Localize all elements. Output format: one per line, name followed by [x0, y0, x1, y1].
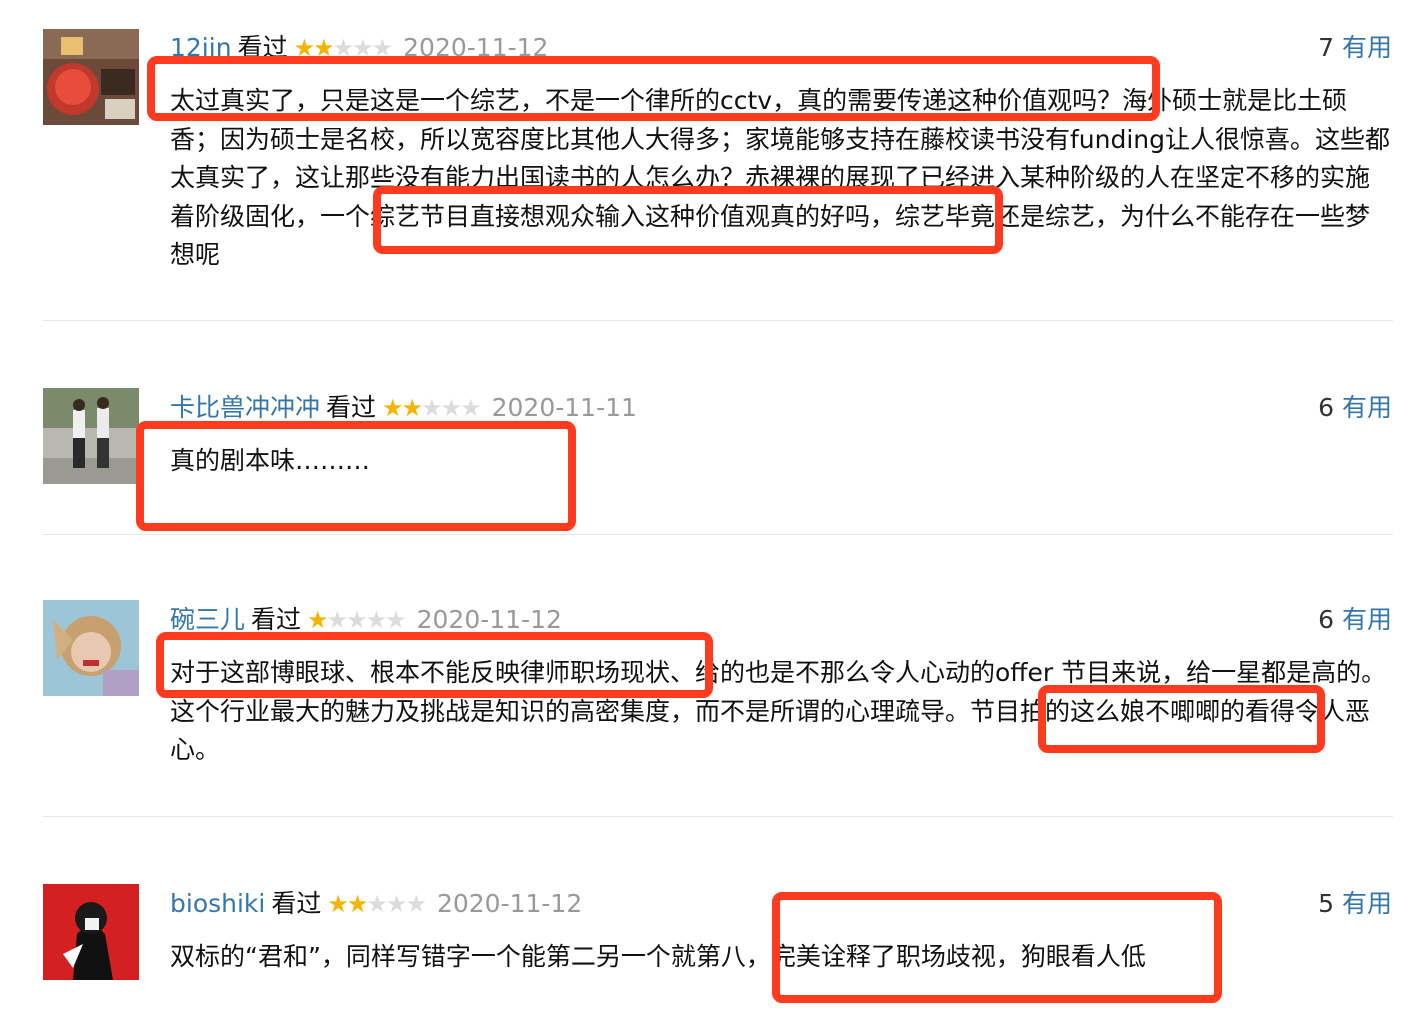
comment-date: 2020-11-12 [416, 605, 562, 634]
comment-date: 2020-11-12 [436, 889, 583, 918]
username-link[interactable]: 卡比兽冲冲冲 [170, 393, 320, 422]
divider [43, 534, 1393, 535]
useful-button[interactable]: 有用 [1342, 889, 1392, 918]
useful-button[interactable]: 有用 [1342, 605, 1392, 634]
highlight-box [136, 421, 576, 531]
divider [43, 816, 1393, 817]
watch-status: 看过 [251, 605, 302, 634]
highlight-box [147, 56, 1160, 121]
star-filled-icon: ★ [307, 606, 328, 634]
useful-button[interactable]: 有用 [1342, 393, 1392, 422]
highlight-box [156, 632, 713, 698]
vote-count: 6 [1318, 393, 1334, 422]
divider [43, 320, 1393, 321]
vote-area: 5 有用 [1318, 886, 1392, 922]
highlight-box [772, 892, 1222, 1003]
useful-button[interactable]: 有用 [1342, 33, 1392, 62]
vote-count: 7 [1318, 33, 1334, 62]
star-empty-icon: ★★★★ [326, 606, 407, 634]
comment-date: 2020-11-11 [491, 393, 637, 422]
star-filled-icon: ★★ [382, 394, 423, 422]
star-empty-icon: ★★★ [366, 890, 427, 918]
watch-status: 看过 [271, 889, 322, 918]
star-filled-icon: ★★ [327, 890, 368, 918]
avatar[interactable] [43, 600, 139, 696]
vote-count: 5 [1318, 889, 1334, 918]
highlight-box [1038, 685, 1325, 753]
comment-meta: bioshiki 看过 ★★★★★ 2020-11-12 [170, 886, 582, 922]
avatar[interactable] [43, 884, 139, 980]
vote-area: 6 有用 [1318, 390, 1392, 426]
avatar[interactable] [43, 29, 139, 125]
watch-status: 看过 [326, 393, 377, 422]
vote-area: 6 有用 [1318, 602, 1392, 638]
highlight-box [373, 186, 1003, 254]
avatar[interactable] [43, 388, 139, 484]
star-empty-icon: ★★★ [421, 394, 482, 422]
vote-area: 7 有用 [1318, 30, 1392, 66]
username-link[interactable]: bioshiki [170, 889, 265, 918]
username-link[interactable]: 碗三儿 [170, 605, 245, 634]
rating-stars: ★★★★★ [327, 886, 427, 922]
vote-count: 6 [1318, 605, 1334, 634]
